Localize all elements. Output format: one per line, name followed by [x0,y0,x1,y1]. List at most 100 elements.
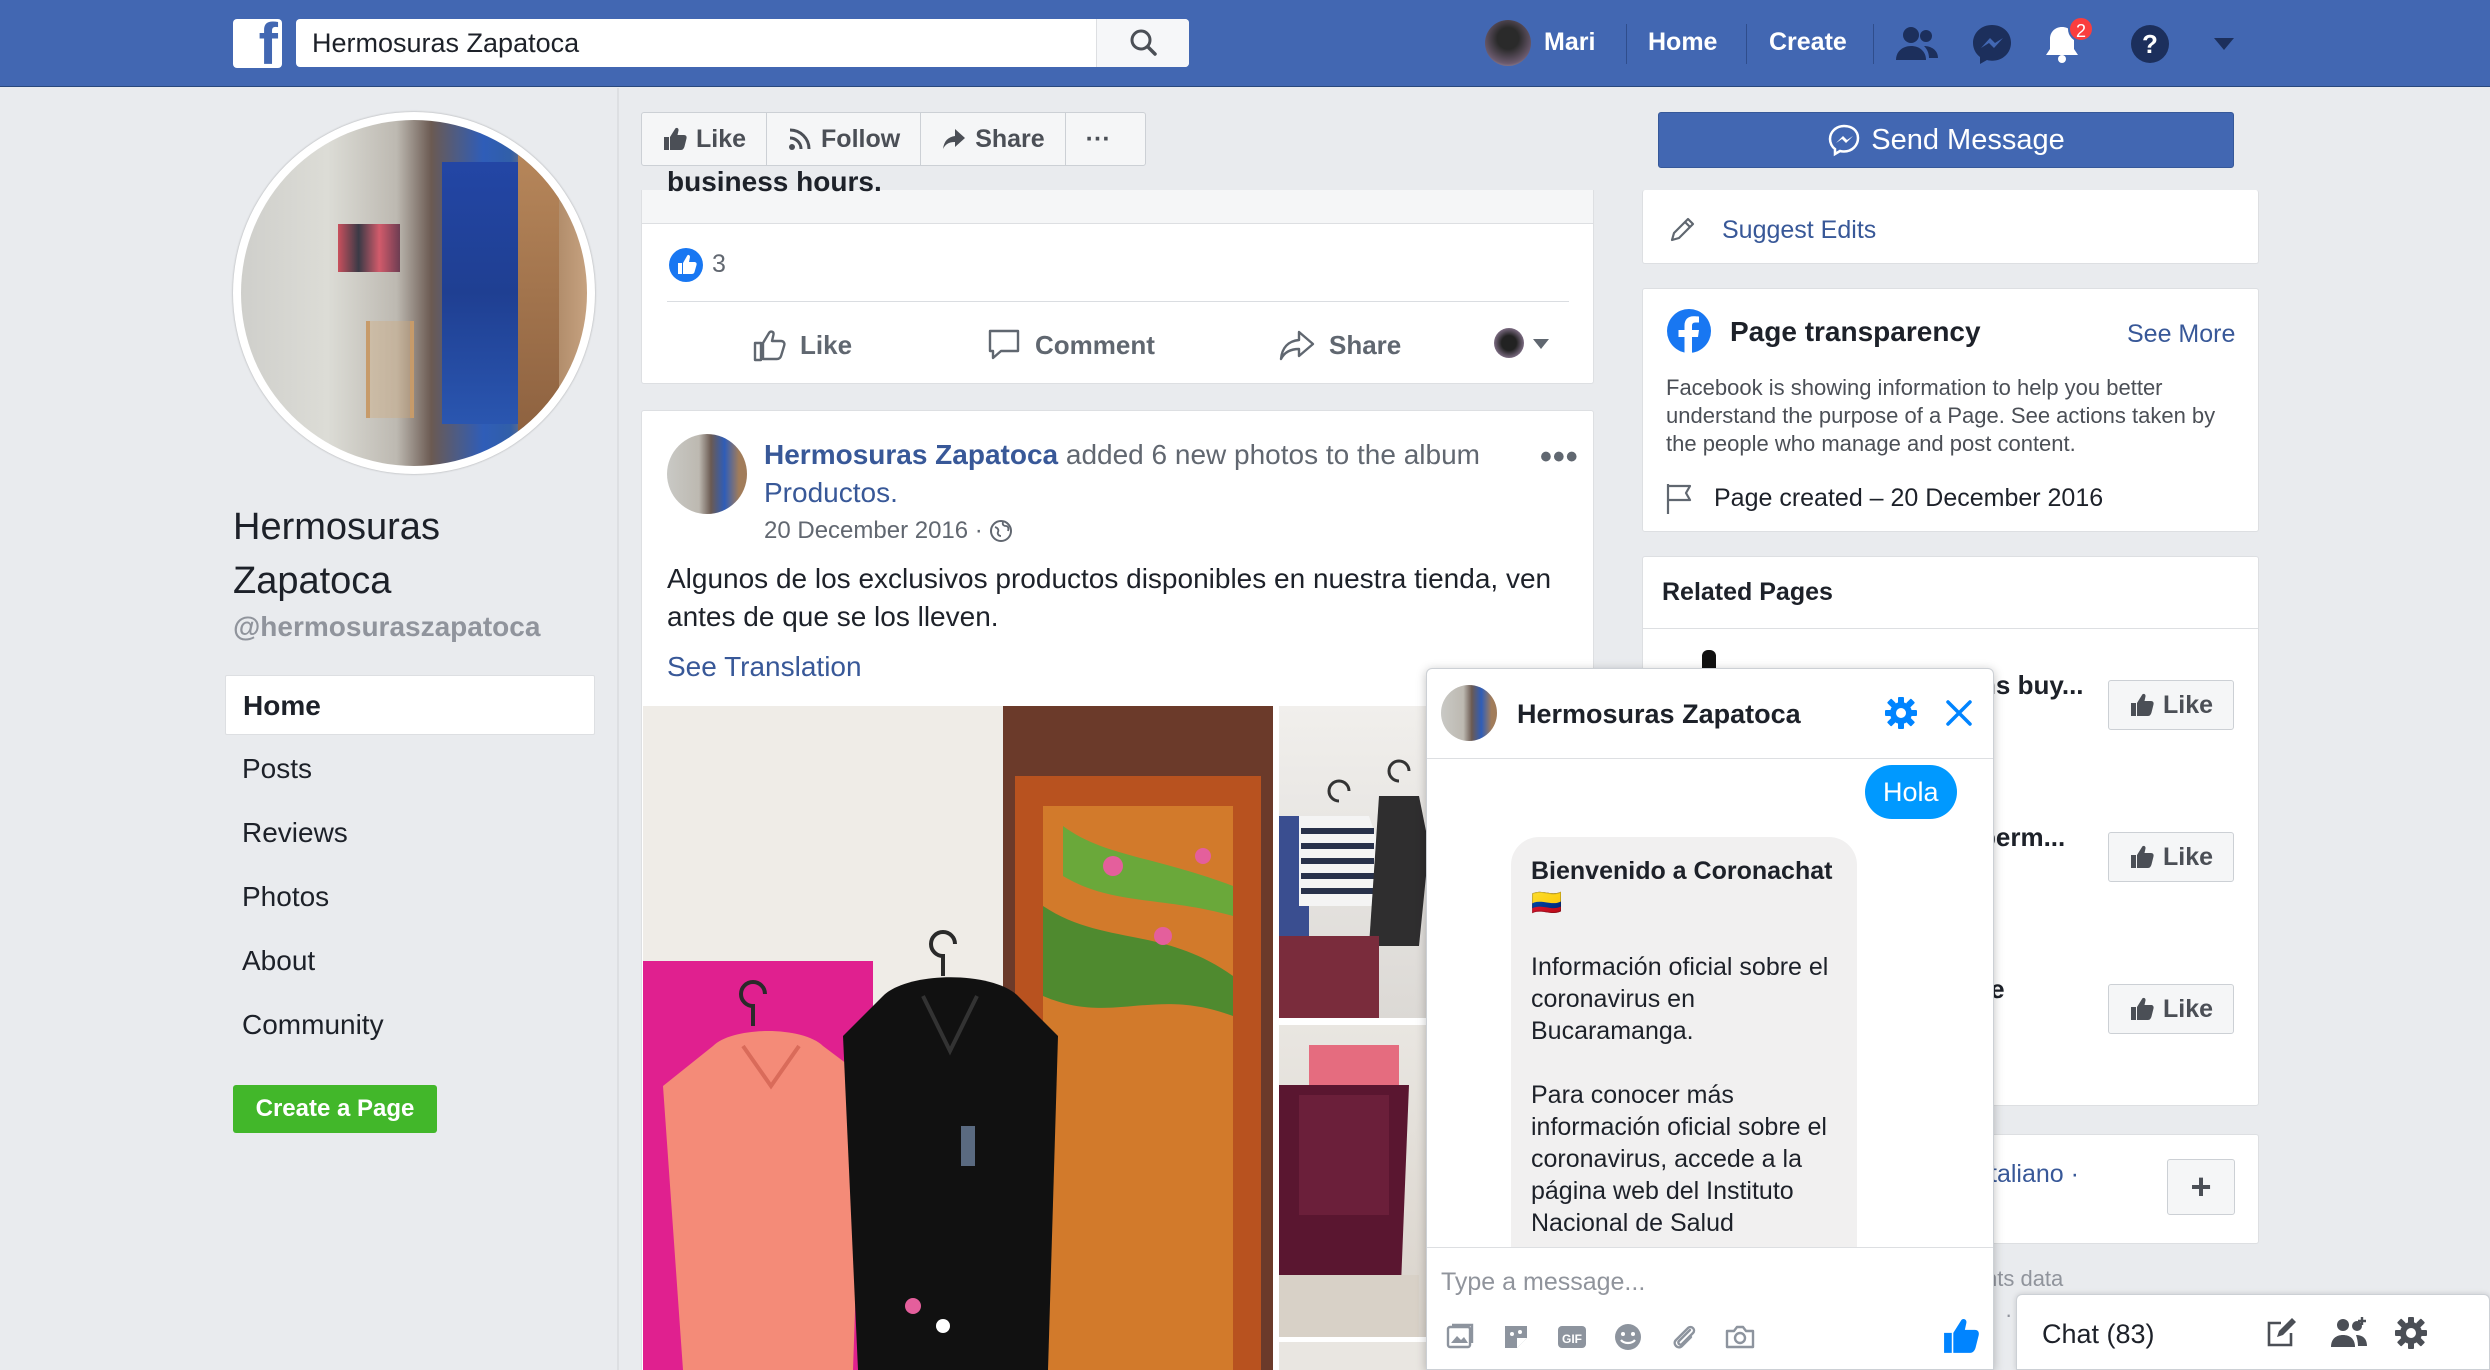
left-nav-reviews[interactable]: Reviews [225,803,595,863]
chat-header[interactable]: Hermosuras Zapatoca [1427,669,1993,759]
page-transparency-text: Facebook is showing information to help … [1666,375,2216,456]
post-author-avatar[interactable] [667,434,747,514]
create-link[interactable]: Create [1769,28,1847,57]
page-share-label: Share [975,124,1045,153]
see-more-link[interactable]: See More [2127,320,2235,349]
page-more-button[interactable]: ··· [1066,113,1131,165]
page-title: Hermosuras Zapatoca [233,506,440,602]
create-page-button[interactable]: Create a Page [233,1085,437,1133]
thumbs-up-icon [664,127,687,150]
left-nav-about[interactable]: About [225,931,595,991]
incoming-message-bubble[interactable]: Bienvenido a Coronachat 🇨🇴 Información o… [1511,837,1857,1287]
more-dots: ··· [1085,124,1111,153]
facebook-logo-icon[interactable]: f [233,19,282,68]
attachment-paperclip-icon[interactable] [1667,1320,1701,1354]
related-page-name[interactable]: ns buy... [1980,670,2084,701]
chat-count-label[interactable]: Chat (83) [2042,1319,2155,1350]
footer-link[interactable]: nts data [1985,1266,2063,1292]
related-page-like-button[interactable]: Like [2108,984,2234,1034]
nav-separator [1746,24,1747,64]
album-link[interactable]: Productos. [764,477,898,508]
photo-icon[interactable] [1443,1320,1477,1354]
camera-icon[interactable] [1723,1320,1757,1354]
page-created-date: Page created – 20 December 2016 [1714,484,2104,512]
send-like-thumbs-up-icon[interactable] [1941,1316,1981,1356]
left-nav-community[interactable]: Community [225,995,595,1055]
left-nav-photos[interactable]: Photos [225,867,595,927]
messenger-icon [1829,124,1860,157]
like-reaction-icon[interactable] [669,248,703,282]
sticker-icon[interactable] [1499,1320,1533,1354]
gif-icon[interactable]: GIF [1555,1320,1589,1354]
comment-label: Comment [1035,329,1155,360]
post-as-avatar[interactable] [1494,328,1524,358]
column-divider [617,88,619,1370]
related-like-label: Like [2162,994,2214,1023]
like-count[interactable]: 3 [712,250,726,279]
outgoing-message-bubble[interactable]: Hola [1865,765,1957,819]
user-avatar[interactable] [1485,20,1531,66]
chat-title[interactable]: Hermosuras Zapatoca [1517,699,1801,730]
friends-icon[interactable] [1894,24,1940,64]
post-header: Hermosuras Zapatoca added 6 new photos t… [764,436,1544,512]
profile-photo [241,120,587,466]
chat-settings-gear-icon[interactable] [2393,1315,2429,1351]
bot-message-paragraph: Para conocer más información oficial sob… [1531,1081,1827,1237]
page-handle[interactable]: @hermosuraszapatoca [233,611,540,643]
bot-message-title: Bienvenido a Coronachat 🇨🇴 [1531,857,1833,917]
page-like-button[interactable]: Like [642,113,768,165]
share-icon [943,129,966,149]
post-options-button[interactable]: ••• [1540,438,1579,477]
help-icon[interactable]: ? [2128,22,2172,66]
post-action-text: added 6 new photos to the album [1058,439,1480,470]
related-page-like-button[interactable]: Like [2108,832,2234,882]
search-box [296,19,1189,67]
like-label: Like [800,329,853,360]
share-label: Share [1329,329,1402,360]
flag-icon [1664,482,1700,516]
messenger-icon[interactable] [1970,22,2014,66]
chat-sidebar-bar[interactable]: Chat (83) [2016,1294,2490,1370]
page-profile-picture[interactable] [233,112,595,474]
rss-follow-icon [789,128,811,150]
search-button[interactable] [1096,19,1189,67]
emoji-icon[interactable] [1611,1320,1645,1354]
user-name-link[interactable]: Mari [1544,28,1595,57]
page-share-button[interactable]: Share [921,113,1066,165]
send-message-button[interactable]: Send Message [1658,112,2234,168]
post-like-button[interactable]: Like [750,326,852,364]
divider [1642,628,2259,629]
language-link[interactable]: taliano · [1990,1160,2079,1189]
chat-composer: GIF [1427,1247,1993,1369]
chevron-down-icon[interactable] [1532,338,1550,350]
post-photo-main[interactable] [643,706,1273,1370]
suggest-edits-link[interactable]: Suggest Edits [1722,216,1876,245]
see-translation-link[interactable]: See Translation [667,651,862,683]
related-pages-title: Related Pages [1662,578,1833,606]
post-body-text: Algunos de los exclusivos productos disp… [667,563,1552,632]
left-nav-home[interactable]: Home [225,675,595,735]
share-icon [1279,330,1315,361]
new-message-compose-icon[interactable] [2263,1315,2299,1351]
account-menu-chevron-down-icon[interactable] [2212,36,2236,52]
post-text-cut: business hours. [667,166,882,196]
search-input[interactable] [296,19,1096,67]
thumbs-up-icon [2130,845,2154,868]
related-page-like-button[interactable]: Like [2108,680,2234,730]
chat-message-input[interactable] [1441,1262,1971,1302]
left-nav-posts[interactable]: Posts [225,739,595,799]
chat-close-icon[interactable] [1943,697,1975,729]
nav-separator [1626,24,1627,64]
post-share-button[interactable]: Share [1277,326,1401,364]
post-comment-button[interactable]: Comment [985,326,1155,364]
home-link[interactable]: Home [1648,28,1717,57]
page-action-bar: Like Follow Share ··· [641,112,1146,166]
group-icon[interactable] [2329,1315,2369,1351]
post-date[interactable]: 20 December 2016 · [764,517,1013,545]
add-language-button[interactable]: + [2167,1159,2235,1215]
chat-settings-gear-icon[interactable] [1883,695,1919,731]
page-follow-button[interactable]: Follow [767,113,922,165]
nav-separator [1873,24,1874,64]
post-date-text: 20 December 2016 · [764,517,983,544]
post-author-link[interactable]: Hermosuras Zapatoca [764,439,1058,470]
